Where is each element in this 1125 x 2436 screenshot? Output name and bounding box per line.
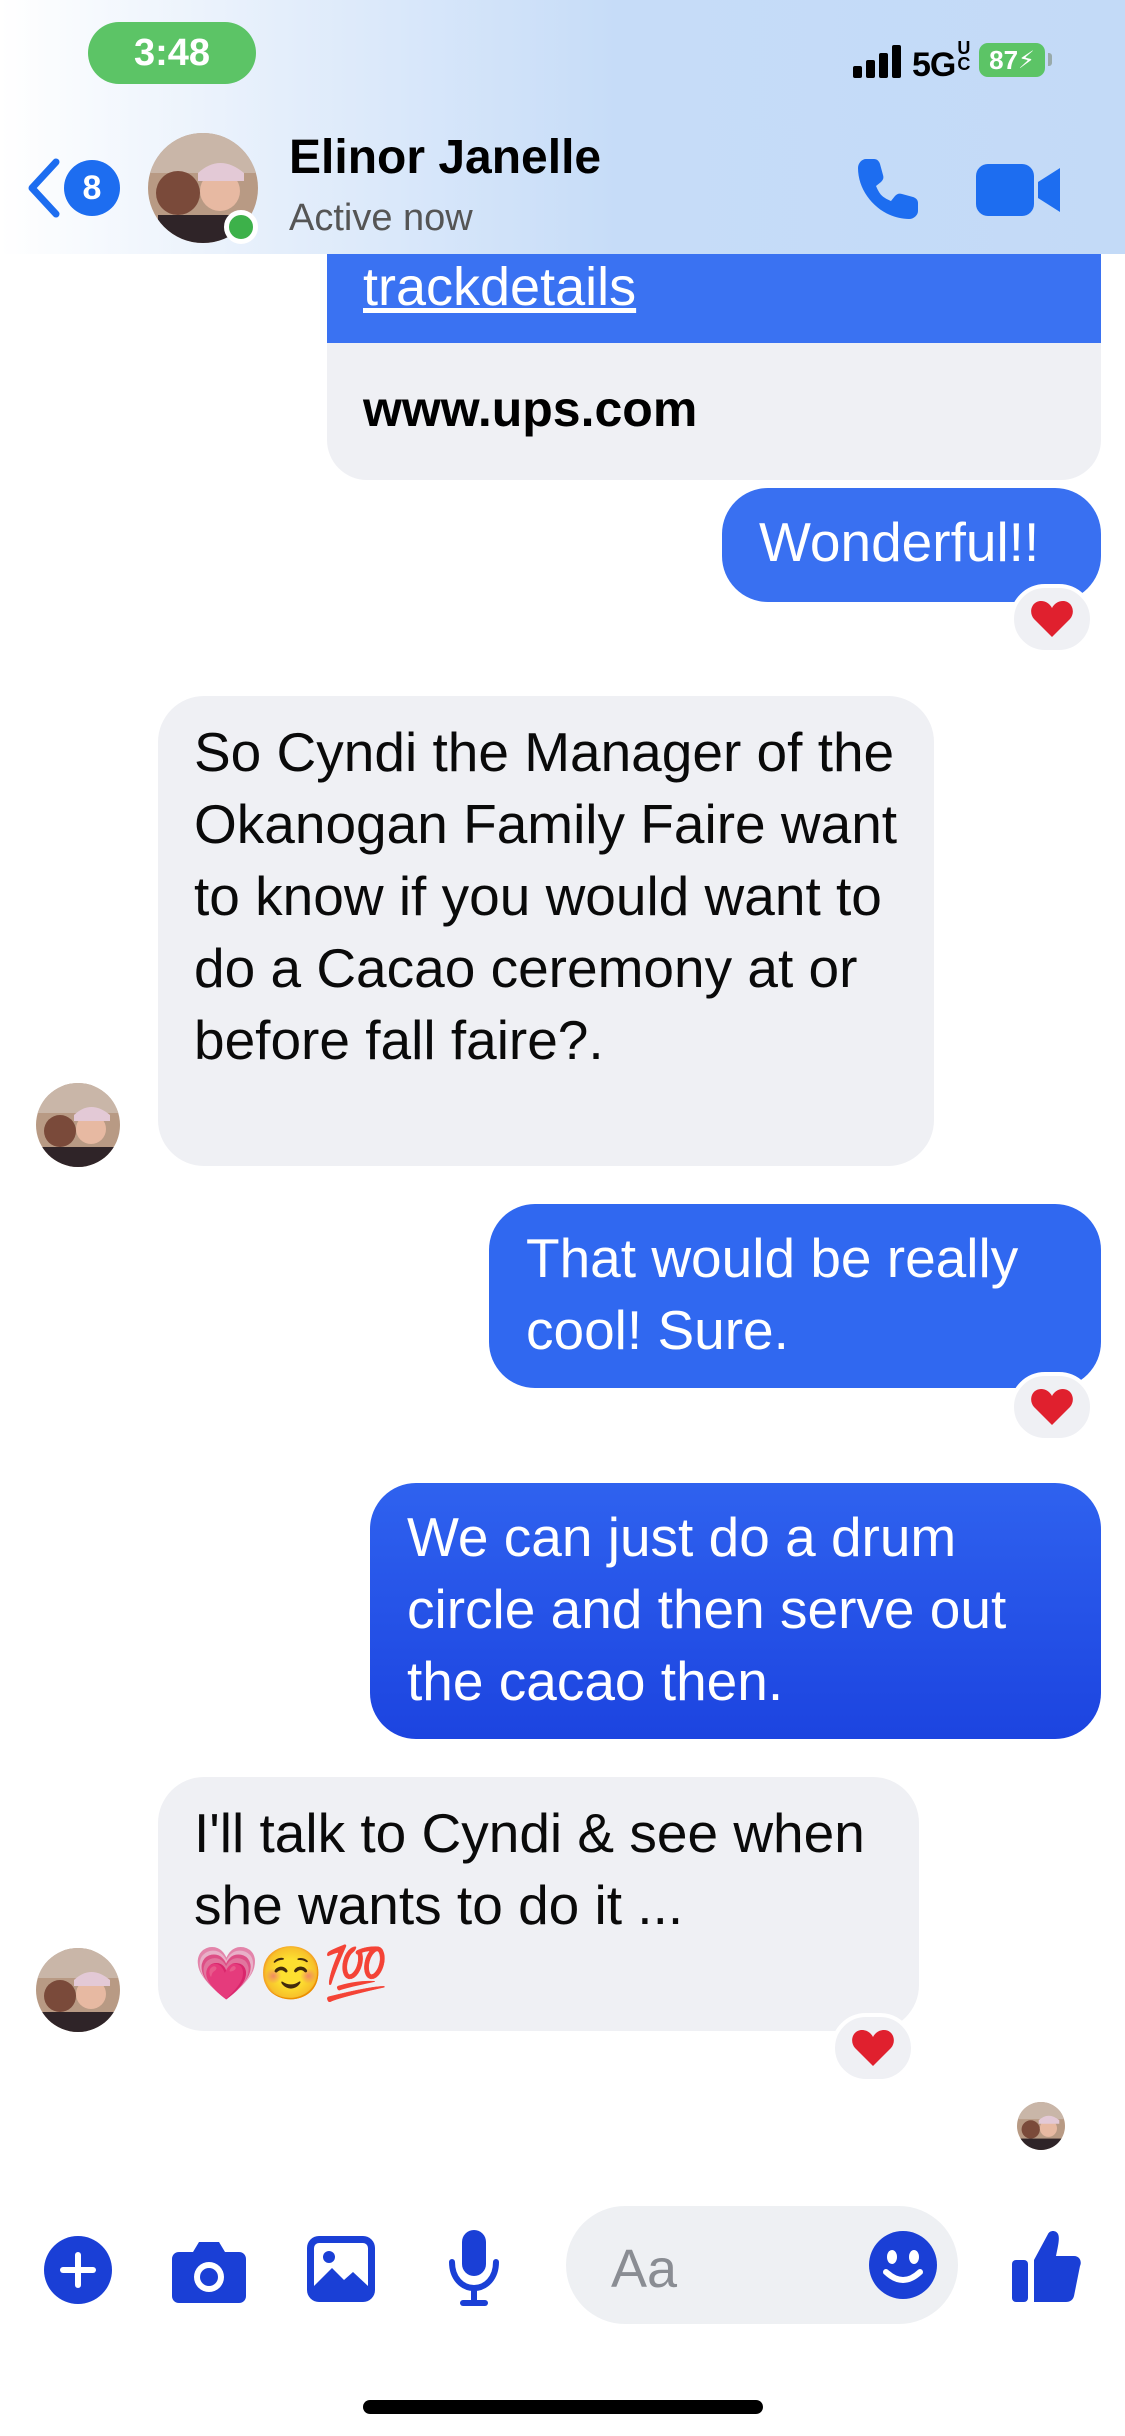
thumbs-up-icon[interactable] [1010,2228,1082,2304]
sent-message[interactable]: That would be really cool! Sure. [489,1204,1101,1388]
network-type: 5G U C [912,38,970,84]
sender-avatar[interactable] [36,1083,120,1167]
link-domain: www.ups.com [363,381,698,437]
plus-icon[interactable] [43,2235,113,2305]
heart-reaction[interactable] [1010,1372,1094,1442]
heart-icon [852,2030,894,2066]
back-button[interactable]: 8 [24,150,124,230]
received-message[interactable]: So Cyndi the Manager of the Okanogan Fam… [158,696,934,1166]
photo-icon[interactable] [307,2236,375,2302]
heart-reaction[interactable] [1010,584,1094,654]
sent-message[interactable]: We can just do a drum circle and then se… [370,1483,1101,1739]
message-text: Wonderful!! [759,511,1040,573]
video-camera-icon[interactable] [976,160,1062,220]
message-text: So Cyndi the Manager of the Okanogan Fam… [194,721,898,1071]
unread-count-badge: 8 [64,160,120,216]
message-text: That would be really cool! Sure. [526,1227,1019,1361]
emoji-row: 💗☺️💯 [194,1945,389,2003]
chevron-left-icon [28,158,60,218]
contact-status: Active now [289,197,473,239]
message-text: We can just do a drum circle and then se… [407,1506,1007,1712]
microphone-icon[interactable] [446,2228,502,2308]
read-receipt-avatar [1017,2102,1065,2150]
smiley-icon[interactable] [868,2230,938,2300]
camera-icon[interactable] [171,2236,247,2304]
received-message[interactable]: I'll talk to Cyndi & see when she wants … [158,1777,919,2031]
heart-icon [1031,601,1073,637]
home-indicator [363,2400,763,2414]
sender-avatar[interactable] [36,1948,120,2032]
message-text: I'll talk to Cyndi & see when she wants … [194,1802,865,1936]
link-preview-card[interactable]: trackdetails www.ups.com [327,230,1101,480]
message-input-placeholder: Aa [611,2239,678,2299]
phone-icon[interactable] [852,153,924,225]
heart-icon [1031,1389,1073,1425]
battery-cap [1048,53,1052,66]
online-indicator [224,210,258,244]
heart-reaction[interactable] [831,2013,915,2083]
status-time: 3:48 [88,22,256,84]
contact-name[interactable]: Elinor Janelle [289,130,601,185]
battery-icon: 87 ⚡ [979,43,1045,77]
link-text[interactable]: trackdetails [363,256,636,318]
signal-icon [853,44,905,78]
conversation-header: 3:48 5G U C 87 ⚡ 8 Elinor Janelle Active no… [0,0,1125,254]
